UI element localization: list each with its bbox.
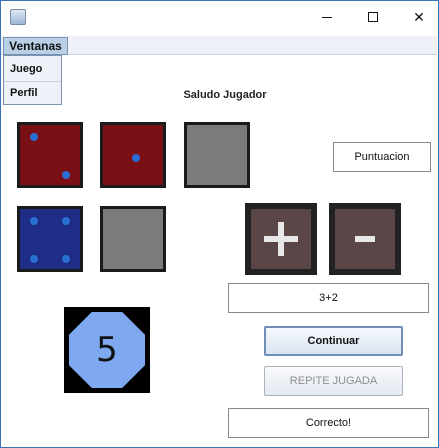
- minus-button[interactable]: [329, 203, 401, 275]
- plus-icon: [251, 209, 311, 269]
- die-blue-1[interactable]: [17, 206, 83, 272]
- menu-ventanas[interactable]: Ventanas: [3, 37, 68, 55]
- die-pip: [30, 255, 38, 263]
- title-bar: ✕: [1, 1, 438, 33]
- die-red-1[interactable]: [17, 122, 83, 188]
- ventanas-dropdown: Juego Perfil: [3, 55, 62, 105]
- feedback-field: Correcto!: [228, 408, 429, 438]
- die-red-2[interactable]: [100, 122, 166, 188]
- die-empty-2[interactable]: [100, 206, 166, 272]
- maximize-button[interactable]: [350, 1, 396, 33]
- die-pip: [30, 133, 38, 141]
- menu-item-juego[interactable]: Juego: [4, 58, 61, 80]
- repeat-play-button[interactable]: REPITE JUGADA: [264, 366, 403, 396]
- close-button[interactable]: ✕: [396, 1, 439, 33]
- plus-button[interactable]: [245, 203, 317, 275]
- die-pip: [62, 171, 70, 179]
- result-die: 5: [64, 307, 150, 393]
- minimize-icon: [322, 17, 332, 18]
- result-value: 5: [69, 312, 145, 388]
- greeting-label: Saludo Jugador: [183, 89, 267, 101]
- close-icon: ✕: [413, 10, 425, 26]
- expression-field[interactable]: 3+2: [228, 283, 429, 313]
- menu-item-perfil[interactable]: Perfil: [4, 81, 61, 103]
- die-pip: [30, 217, 38, 225]
- die-pip: [132, 154, 140, 162]
- minus-icon: [335, 209, 395, 269]
- die-pip: [62, 217, 70, 225]
- continue-button[interactable]: Continuar: [264, 326, 403, 356]
- die-empty-1[interactable]: [184, 122, 250, 188]
- java-app-icon: [10, 9, 26, 25]
- maximize-icon: [368, 12, 378, 22]
- minimize-button[interactable]: [304, 1, 350, 33]
- die-pip: [62, 255, 70, 263]
- score-field: Puntuacion: [333, 142, 431, 172]
